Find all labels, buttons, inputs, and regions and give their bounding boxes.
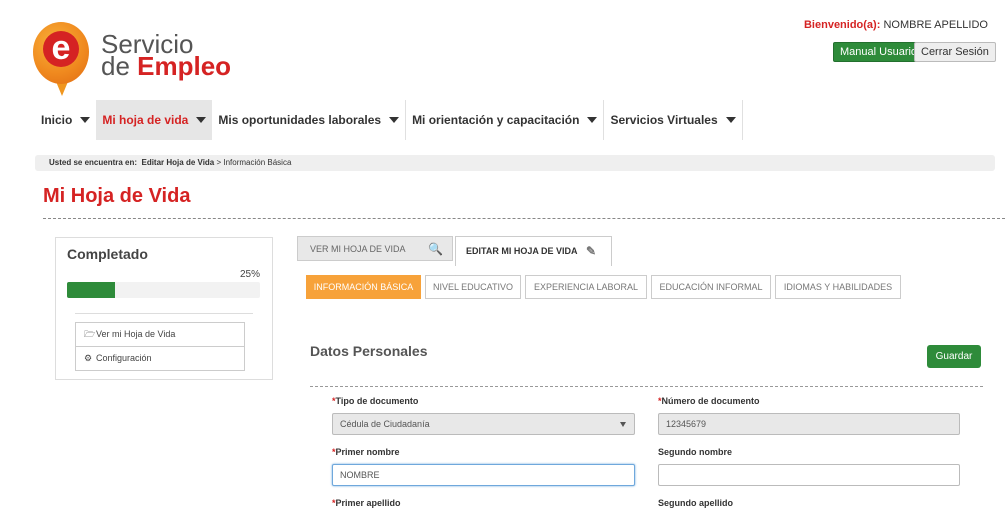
section-title: Datos Personales	[310, 343, 428, 359]
nav-item-label: Mi hoja de vida	[102, 113, 189, 127]
logo-text-prefix: de	[101, 51, 130, 81]
select-value: Cédula de Ciudadanía	[340, 419, 430, 429]
primer-nombre-field[interactable]: NOMBRE	[332, 464, 635, 486]
logo-text-brand: Empleo	[137, 51, 232, 81]
subtab-idiomas-habilidades[interactable]: IDIOMAS Y HABILIDADES	[775, 275, 901, 299]
progress-fill	[67, 282, 116, 298]
completed-label: Completado	[67, 246, 148, 262]
primer-apellido-label: *Primer apellido	[332, 498, 401, 508]
logo-letter: e	[43, 31, 79, 67]
nav-item-label: Mi orientación y capacitación	[412, 113, 580, 127]
numero-documento-label: *Número de documento	[658, 396, 760, 406]
numero-documento-field[interactable]: 12345679	[658, 413, 960, 435]
sidebar-menu: 🗁Ver mi Hoja de Vida ⚙ Configuración	[75, 322, 245, 371]
label-text: Primer nombre	[335, 447, 400, 457]
primer-nombre-label: *Primer nombre	[332, 447, 400, 457]
form-divider	[310, 386, 983, 387]
search-document-icon: 🔍	[428, 242, 443, 256]
logo-text-line2: de Empleo	[101, 53, 231, 79]
tab-label: EDITAR MI HOJA DE VIDA	[466, 246, 578, 256]
completion-percent: 25%	[240, 269, 261, 280]
caret-down-icon	[620, 422, 626, 427]
caret-down-icon	[389, 117, 400, 123]
folder-open-icon: 🗁	[84, 329, 96, 339]
cerrar-sesion-button[interactable]: Cerrar Sesión	[914, 42, 996, 62]
tab-label: VER MI HOJA DE VIDA	[310, 244, 406, 254]
subtab-educacion-informal[interactable]: EDUCACIÓN INFORMAL	[651, 275, 771, 299]
nav-item-label: Mis oportunidades laborales	[218, 113, 382, 127]
caret-down-icon	[725, 117, 736, 123]
breadcrumb-separator: >	[214, 158, 224, 167]
segundo-nombre-label: Segundo nombre	[658, 447, 732, 457]
caret-down-icon	[587, 117, 598, 123]
breadcrumb-prefix: Usted se encuentra en:	[49, 158, 138, 167]
sidebar-item-label: Configuración	[96, 353, 152, 363]
nav-item-mis-oportunidades[interactable]: Mis oportunidades laborales	[212, 100, 405, 140]
main-nav: Inicio Mi hoja de vida Mis oportunidades…	[35, 100, 743, 140]
manual-usuario-button[interactable]: Manual Usuario	[833, 42, 925, 62]
subtab-experiencia-laboral[interactable]: EXPERIENCIA LABORAL	[525, 275, 647, 299]
breadcrumb-current: Información Básica	[223, 158, 292, 167]
nav-item-inicio[interactable]: Inicio	[35, 100, 96, 140]
tipo-documento-select[interactable]: Cédula de Ciudadanía	[332, 413, 635, 435]
page-title: Mi Hoja de Vida	[43, 185, 191, 207]
nav-item-mi-hoja-de-vida[interactable]: Mi hoja de vida	[96, 100, 213, 140]
nav-item-mi-orientacion[interactable]: Mi orientación y capacitación	[406, 100, 603, 140]
breadcrumb-link-editar[interactable]: Editar Hoja de Vida	[141, 158, 214, 167]
label-text: Número de documento	[661, 396, 760, 406]
nav-divider	[741, 100, 743, 140]
welcome-message: Bienvenido(a): NOMBRE APELLIDO	[804, 19, 988, 31]
edit-pencil-icon: ✎	[586, 244, 597, 258]
sidebar-divider	[75, 313, 253, 314]
sidebar-item-configuracion[interactable]: ⚙ Configuración	[76, 347, 244, 370]
nav-item-label: Inicio	[41, 113, 73, 127]
subtab-informacion-basica[interactable]: INFORMACIÓN BÁSICA	[306, 275, 421, 299]
nav-item-label: Servicios Virtuales	[610, 113, 718, 127]
segundo-nombre-field[interactable]	[658, 464, 960, 486]
gear-icon: ⚙	[84, 353, 93, 363]
subtab-nivel-educativo[interactable]: NIVEL EDUCATIVO	[425, 275, 521, 299]
label-text: Primer apellido	[335, 498, 401, 508]
welcome-label: Bienvenido(a):	[803, 19, 881, 31]
caret-down-icon	[196, 117, 207, 123]
breadcrumb: Usted se encuentra en: Editar Hoja de Vi…	[35, 155, 995, 171]
tab-editar-hoja-de-vida[interactable]: EDITAR MI HOJA DE VIDA ✎	[455, 236, 612, 266]
guardar-button[interactable]: Guardar	[927, 345, 981, 368]
label-text: Tipo de documento	[335, 396, 419, 406]
user-name: NOMBRE APELLIDO	[883, 19, 988, 31]
segundo-apellido-label: Segundo apellido	[658, 498, 734, 508]
tipo-documento-label: *Tipo de documento	[332, 396, 418, 406]
caret-down-icon	[80, 117, 91, 123]
sidebar-item-ver-hoja-de-vida[interactable]: 🗁Ver mi Hoja de Vida	[76, 323, 244, 347]
nav-item-servicios-virtuales[interactable]: Servicios Virtuales	[604, 100, 741, 140]
tab-ver-hoja-de-vida[interactable]: VER MI HOJA DE VIDA 🔍	[297, 236, 453, 261]
sidebar-item-label: Ver mi Hoja de Vida	[96, 329, 176, 339]
title-divider	[43, 218, 1005, 219]
